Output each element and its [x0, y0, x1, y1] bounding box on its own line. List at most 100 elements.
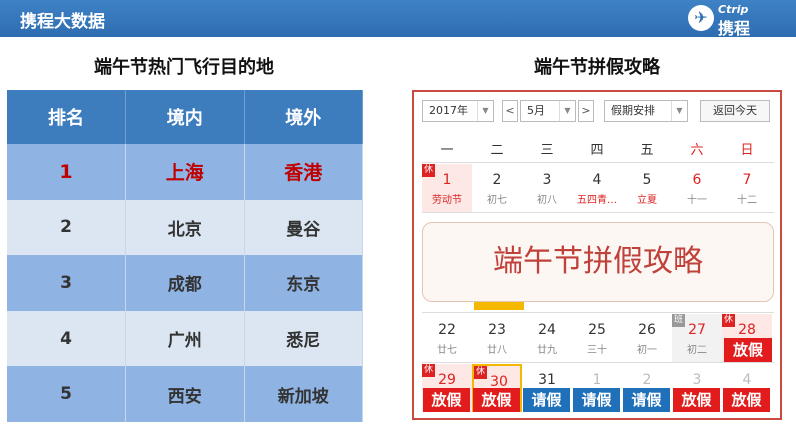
- day-note: 廿八: [487, 345, 507, 356]
- day-number: 1: [592, 372, 602, 388]
- holiday-tag: 放假: [673, 388, 720, 412]
- leave-tag: 请假: [573, 388, 620, 412]
- rank-cell: 4: [7, 310, 126, 367]
- overseas-cell: 东京: [244, 255, 363, 311]
- day-number: 28: [738, 322, 756, 338]
- domestic-cell: 上海: [125, 144, 245, 200]
- column-header: 排名: [7, 90, 126, 144]
- calendar-day[interactable]: 2 初七: [472, 164, 522, 212]
- day-number: 1: [442, 172, 452, 188]
- prev-month-button[interactable]: <: [502, 100, 518, 122]
- leave-tag: 请假: [623, 388, 670, 412]
- calendar-day[interactable]: 23 廿八: [472, 314, 522, 362]
- chevron-down-icon: ▼: [671, 101, 687, 121]
- day-number: 2: [492, 172, 502, 188]
- logo-text-cn: 携程: [718, 19, 751, 38]
- day-number: 6: [692, 172, 702, 188]
- column-header: 境外: [244, 90, 363, 144]
- domestic-cell: 北京: [125, 199, 245, 256]
- rank-cell: 1: [7, 144, 126, 200]
- next-month-button[interactable]: >: [578, 100, 594, 122]
- day-note: 初二: [687, 345, 707, 356]
- overseas-cell: 悉尼: [244, 310, 363, 367]
- table-row: 4 广州 悉尼: [7, 310, 363, 367]
- destinations-table: 排名 境内 境外 1 上海 香港 2 北京 曼谷 3 成都 东京 4 广州 悉尼…: [7, 90, 363, 422]
- month-value: 5月: [527, 104, 545, 117]
- day-note: 立夏: [637, 195, 657, 206]
- day-number: 5: [642, 172, 652, 188]
- day-number: 4: [742, 372, 752, 388]
- overseas-cell: 新加坡: [244, 366, 363, 422]
- weekday-label: 日: [740, 143, 754, 158]
- calendar-day[interactable]: 3 初八: [522, 164, 572, 212]
- calendar-day[interactable]: 班 27 初二: [672, 314, 722, 362]
- ctrip-logo: ✈ Ctrip 携程: [688, 3, 784, 38]
- weekday-label: 六: [690, 143, 704, 158]
- calendar-day[interactable]: 26 初一: [622, 314, 672, 362]
- day-number: 25: [588, 322, 606, 338]
- day-number: 24: [538, 322, 556, 338]
- table-row: 2 北京 曼谷: [7, 199, 363, 256]
- day-note: 十二: [737, 195, 757, 206]
- divider: [422, 162, 774, 163]
- destinations-title: 端午节热门飞行目的地: [94, 57, 274, 78]
- table-row: 5 西安 新加坡: [7, 366, 363, 422]
- weekday-label: 一: [440, 143, 454, 158]
- divider: [422, 362, 774, 363]
- rank-cell: 3: [7, 255, 126, 311]
- calendar-day[interactable]: 6 十一: [672, 164, 722, 212]
- holiday-calendar: 2017年 ▼ < 5月 ▼ > 假期安排 ▼ 返回今天 一 二 三 四 五 六…: [412, 90, 782, 420]
- holiday-tag: 放假: [423, 388, 470, 412]
- weekday-label: 二: [490, 143, 504, 158]
- day-number: 29: [438, 372, 456, 388]
- domestic-cell: 西安: [125, 366, 245, 422]
- calendar-day[interactable]: 5 立夏: [622, 164, 672, 212]
- day-note: 初八: [537, 195, 557, 206]
- table-row: 3 成都 东京: [7, 255, 363, 311]
- day-note: 十一: [687, 195, 707, 206]
- back-to-today-button[interactable]: 返回今天: [700, 100, 770, 122]
- holiday-guide-banner: 端午节拼假攻略: [422, 222, 774, 302]
- day-number: 31: [538, 372, 556, 388]
- weekday-label: 三: [540, 143, 554, 158]
- day-note: 廿七: [437, 345, 457, 356]
- day-number: 7: [742, 172, 752, 188]
- dolphin-icon: ✈: [688, 5, 714, 31]
- day-note: 初一: [637, 345, 657, 356]
- calendar-day[interactable]: 22 廿七: [422, 314, 472, 362]
- overseas-cell: 曼谷: [244, 199, 363, 256]
- leave-tag: 请假: [523, 388, 570, 412]
- calendar-day[interactable]: 4 五四青…: [572, 164, 622, 212]
- table-header-row: 排名 境内 境外: [7, 90, 363, 144]
- holiday-tag: 放假: [724, 338, 772, 362]
- rank-cell: 5: [7, 366, 126, 422]
- day-note: 劳动节: [432, 195, 462, 206]
- overseas-cell: 香港: [244, 144, 363, 200]
- calendar-day[interactable]: 25 三十: [572, 314, 622, 362]
- day-note: 廿九: [537, 345, 557, 356]
- calendar-day[interactable]: 7 十二: [722, 164, 772, 212]
- day-number: 23: [488, 322, 506, 338]
- month-select[interactable]: 5月 ▼: [520, 100, 576, 122]
- day-note: 初七: [487, 195, 507, 206]
- chevron-down-icon: ▼: [559, 101, 575, 121]
- calendar-day[interactable]: 休 1 劳动节: [422, 164, 472, 212]
- divider: [422, 312, 774, 313]
- domestic-cell: 成都: [125, 255, 245, 311]
- chevron-down-icon: ▼: [477, 101, 493, 121]
- day-note: 三十: [587, 345, 607, 356]
- day-number: 2: [642, 372, 652, 388]
- year-value: 2017年: [429, 104, 468, 117]
- day-number: 27: [688, 322, 706, 338]
- holiday-tag: 放假: [723, 388, 770, 412]
- rank-cell: 2: [7, 199, 126, 256]
- day-number: 22: [438, 322, 456, 338]
- header-title: 携程大数据: [20, 12, 105, 32]
- calendar-day[interactable]: 24 廿九: [522, 314, 572, 362]
- holiday-schedule-select[interactable]: 假期安排 ▼: [604, 100, 688, 122]
- column-header: 境内: [125, 90, 245, 144]
- day-number: 26: [638, 322, 656, 338]
- top-header-bar: 携程大数据 ✈ Ctrip 携程: [0, 0, 796, 38]
- weekday-label: 四: [590, 143, 604, 158]
- year-select[interactable]: 2017年 ▼: [422, 100, 494, 122]
